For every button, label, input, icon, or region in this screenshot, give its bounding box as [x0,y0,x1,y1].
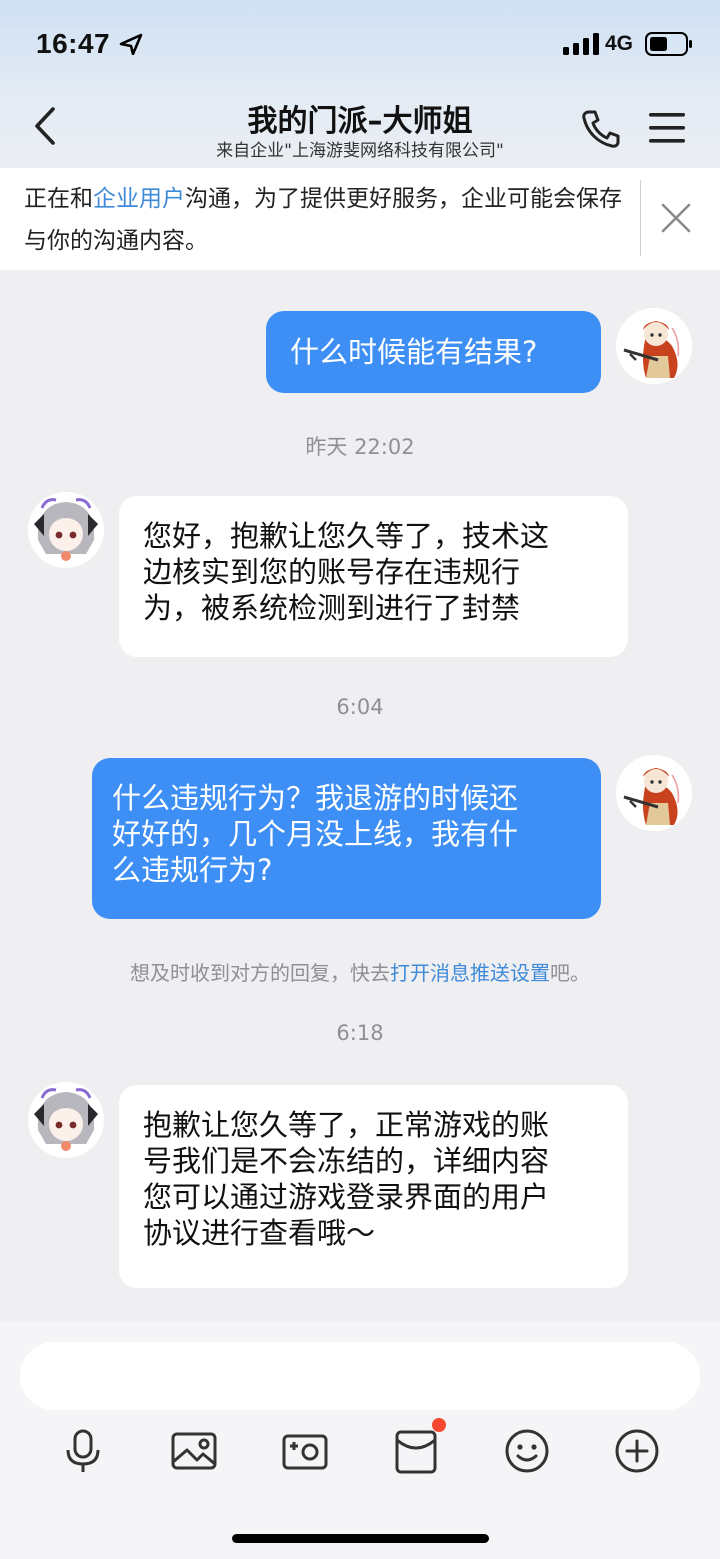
message-text: 什么时候能有结果? [290,335,538,369]
message-line: 么违规行为? [112,853,273,887]
message-line: 您好，抱歉让您久等了，技术这 [143,519,550,553]
navigation-bar: 我的门派–大师姐 来自企业"上海游斐网络科技有限公司" [0,88,720,168]
top-bar: 16:47 4G 我的门派–大师姐 来自企业"上海游斐网络科技有限公司" [0,0,720,168]
incoming-message[interactable]: 抱歉让您久等了，正常游戏的账 号我们是不会冻结的，详细内容 您可以通过游戏登录界… [119,1085,628,1288]
timestamp: 昨天 22:02 [305,435,415,459]
status-bar: 16:47 4G [0,0,720,88]
timestamp: 6:18 [336,1021,384,1045]
location-arrow-icon [119,33,143,55]
image-icon[interactable] [169,1426,219,1476]
push-settings-hint: 想及时收到对方的回复，快去打开消息推送设置吧。 [0,957,720,986]
contact-avatar[interactable] [28,492,104,568]
phone-call-button[interactable] [580,108,622,150]
emoji-icon[interactable] [502,1426,552,1476]
message-line: 您可以通过游戏登录界面的用户 [143,1180,550,1214]
camera-icon[interactable] [280,1426,330,1476]
battery-icon [645,32,692,56]
anime-girl-avatar-icon [28,492,104,568]
chat-screen: 16:47 4G 我的门派–大师姐 来自企业"上海游斐网络科技有限公司" 正在和… [0,0,720,1559]
warrior-avatar-icon [616,755,692,831]
contact-avatar[interactable] [28,1082,104,1158]
enterprise-notice: 正在和企业用户沟通，为了提供更好服务，企业可能会保存与你的沟通内容。 [0,168,720,270]
hint-prefix: 想及时收到对方的回复，快去 [130,961,390,985]
input-area [0,1322,720,1559]
microphone-icon[interactable] [58,1426,108,1476]
hint-suffix: 吧。 [550,961,590,985]
network-type: 4G [605,32,634,55]
incoming-message[interactable]: 您好，抱歉让您久等了，技术这 边核实到您的账号存在违规行 为，被系统检测到进行了… [119,496,628,657]
message-line: 好好的，几个月没上线，我有什 [112,817,519,851]
red-packet-icon[interactable] [391,1426,441,1476]
signal-icon [563,33,599,55]
notification-badge [432,1418,446,1432]
notice-divider [640,180,641,256]
home-indicator[interactable] [232,1534,489,1543]
outgoing-message[interactable]: 什么时候能有结果? [266,311,601,393]
close-notice-button[interactable] [658,200,694,236]
message-line: 号我们是不会冻结的，详细内容 [143,1144,550,1178]
timestamp: 6:04 [336,695,384,719]
status-time: 16:47 [36,28,111,59]
menu-button[interactable] [646,108,688,148]
warrior-avatar-icon [616,308,692,384]
enterprise-user-link[interactable]: 企业用户 [93,186,185,212]
outgoing-message[interactable]: 什么违规行为？我退游的时候还 好好的，几个月没上线，我有什 么违规行为? [92,758,601,919]
notice-text: 正在和企业用户沟通，为了提供更好服务，企业可能会保存与你的沟通内容。 [24,178,624,262]
message-input[interactable] [20,1342,700,1410]
my-avatar[interactable] [616,755,692,831]
message-line: 为，被系统检测到进行了封禁 [143,591,521,625]
message-line: 边核实到您的账号存在违规行 [143,555,521,589]
message-line: 协议进行查看哦～ [143,1216,376,1250]
notice-prefix: 正在和 [24,186,93,212]
anime-girl-avatar-icon [28,1082,104,1158]
my-avatar[interactable] [616,308,692,384]
message-line: 抱歉让您久等了，正常游戏的账 [143,1108,550,1142]
open-push-settings-link[interactable]: 打开消息推送设置 [390,961,550,985]
plus-icon[interactable] [612,1426,662,1476]
message-line: 什么违规行为？我退游的时候还 [112,781,519,815]
